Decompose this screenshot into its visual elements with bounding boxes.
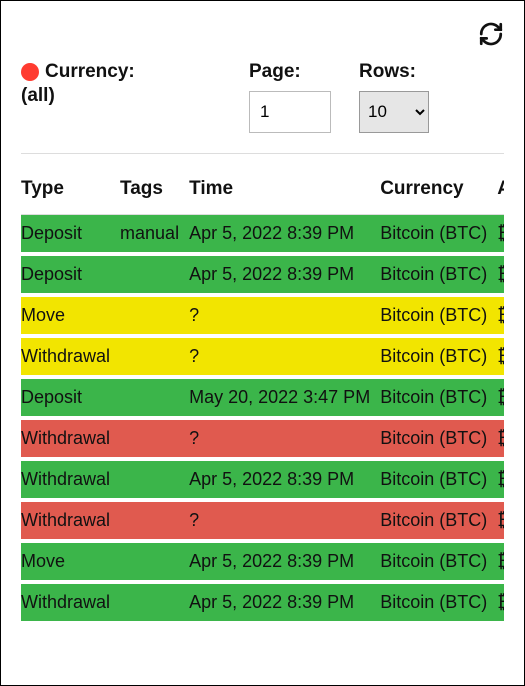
cell-tags [120, 377, 189, 418]
table-row[interactable]: DepositmanualApr 5, 2022 8:39 PMBitcoin … [21, 214, 504, 254]
page-label: Page: [249, 60, 331, 85]
cell-tags [120, 500, 189, 541]
cell-tags [120, 459, 189, 500]
cell-type: Withdrawal [21, 582, 120, 623]
cell-time: ? [189, 336, 380, 377]
cell-currency: Bitcoin (BTC) [380, 500, 497, 541]
cell-time: Apr 5, 2022 8:39 PM [189, 582, 380, 623]
cell-amount: ₿4.20000000 [497, 214, 504, 254]
cell-currency: Bitcoin (BTC) [380, 377, 497, 418]
cell-time: May 20, 2022 3:47 PM [189, 377, 380, 418]
cell-currency: Bitcoin (BTC) [380, 336, 497, 377]
cell-type: Deposit [21, 377, 120, 418]
currency-filter-value: (all) [21, 85, 221, 107]
cell-tags [120, 541, 189, 582]
table-row[interactable]: Withdrawal?Bitcoin (BTC)₿-0.10000000 [21, 500, 504, 541]
col-type[interactable]: Type [21, 168, 120, 215]
cell-time: ? [189, 500, 380, 541]
transactions-table: Type Tags Time Currency Amount Depositma… [21, 168, 504, 625]
table-row[interactable]: Deposit Apr 5, 2022 8:39 PMBitcoin (BTC)₿… [21, 254, 504, 295]
cell-amount: ₿0.00000001 [497, 254, 504, 295]
cell-currency: Bitcoin (BTC) [380, 582, 497, 623]
cell-tags [120, 582, 189, 623]
cell-currency: Bitcoin (BTC) [380, 214, 497, 254]
cell-time: ? [189, 418, 380, 459]
col-amount[interactable]: Amount [497, 168, 504, 215]
cell-time: Apr 5, 2022 8:39 PM [189, 254, 380, 295]
currency-filter[interactable]: Currency: [21, 60, 221, 85]
cell-currency: Bitcoin (BTC) [380, 418, 497, 459]
cell-time: ? [189, 295, 380, 336]
currency-filter-label: Currency: [45, 60, 135, 85]
cell-currency: Bitcoin (BTC) [380, 459, 497, 500]
cell-amount: ₿1.00000000 [497, 377, 504, 418]
page-input[interactable] [249, 91, 331, 133]
cell-tags: manual [120, 214, 189, 254]
record-dot-icon [21, 63, 39, 81]
table-row[interactable]: Withdrawal Apr 5, 2022 8:39 PMBitcoin (BT… [21, 459, 504, 500]
cell-amount: ₿-0.10000000 [497, 459, 504, 500]
col-currency[interactable]: Currency [380, 168, 497, 215]
cell-amount: ₿-1.00000000 [497, 541, 504, 582]
cell-currency: Bitcoin (BTC) [380, 254, 497, 295]
cell-type: Deposit [21, 254, 120, 295]
cell-amount: ₿-0.00000001 [497, 295, 504, 336]
cell-type: Withdrawal [21, 500, 120, 541]
rows-select[interactable]: 10 [359, 91, 429, 133]
cell-time: Apr 5, 2022 8:39 PM [189, 214, 380, 254]
cell-type: Move [21, 541, 120, 582]
cell-currency: Bitcoin (BTC) [380, 295, 497, 336]
col-time[interactable]: Time [189, 168, 380, 215]
table-row[interactable]: Deposit May 20, 2022 3:47 PMBitcoin (BTC)… [21, 377, 504, 418]
table-row[interactable]: Withdrawal?Bitcoin (BTC)₿-50.00000000 [21, 418, 504, 459]
cell-tags [120, 254, 189, 295]
table-row[interactable]: Withdrawal Apr 5, 2022 8:39 PMBitcoin (BT… [21, 582, 504, 623]
transactions-table-scroll[interactable]: Type Tags Time Currency Amount Depositma… [21, 168, 504, 648]
cell-type: Withdrawal [21, 336, 120, 377]
table-row[interactable]: Move?Bitcoin (BTC)₿-0.00000001 [21, 295, 504, 336]
cell-amount: ₿-0.01000000 [497, 336, 504, 377]
cell-time: Apr 5, 2022 8:39 PM [189, 541, 380, 582]
cell-type: Deposit [21, 214, 120, 254]
refresh-icon[interactable] [478, 21, 504, 52]
table-row[interactable]: Withdrawal?Bitcoin (BTC)₿-0.01000000 [21, 336, 504, 377]
cell-amount: ₿-0.01000000 [497, 582, 504, 623]
cell-tags [120, 336, 189, 377]
cell-tags [120, 295, 189, 336]
cell-time: Apr 5, 2022 8:39 PM [189, 459, 380, 500]
cell-amount: ₿-0.10000000 [497, 500, 504, 541]
cell-amount: ₿-50.00000000 [497, 418, 504, 459]
rows-label: Rows: [359, 60, 429, 85]
cell-currency: Bitcoin (BTC) [380, 541, 497, 582]
cell-type: Withdrawal [21, 418, 120, 459]
cell-tags [120, 418, 189, 459]
cell-type: Move [21, 295, 120, 336]
col-tags[interactable]: Tags [120, 168, 189, 215]
table-row[interactable]: Move Apr 5, 2022 8:39 PMBitcoin (BTC)₿-1.… [21, 541, 504, 582]
cell-type: Withdrawal [21, 459, 120, 500]
